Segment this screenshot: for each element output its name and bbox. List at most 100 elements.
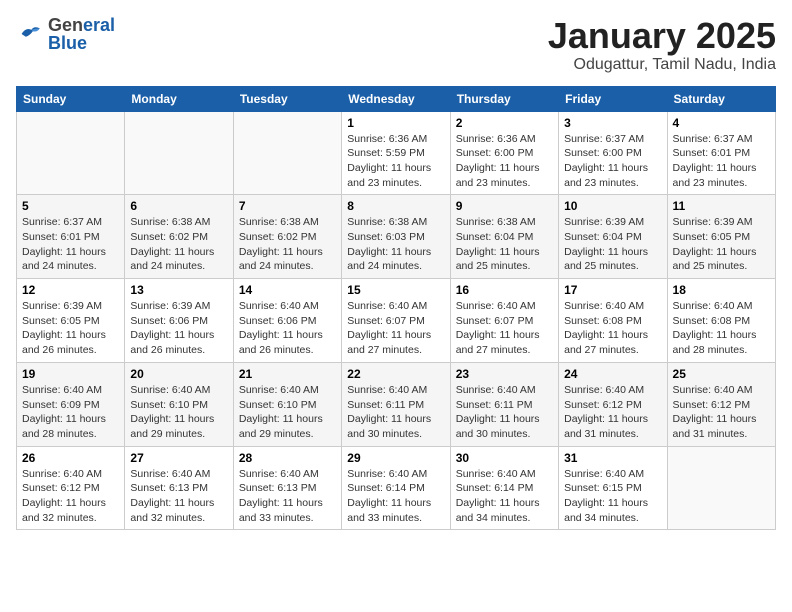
day-number: 14 bbox=[239, 283, 336, 297]
calendar-cell: 14 Sunrise: 6:40 AM Sunset: 6:06 PM Dayli… bbox=[233, 279, 341, 363]
title-area: January 2025 Odugattur, Tamil Nadu, Indi… bbox=[548, 16, 776, 74]
calendar-cell: 4 Sunrise: 6:37 AM Sunset: 6:01 PM Daylig… bbox=[667, 111, 775, 195]
day-info: Sunrise: 6:40 AM Sunset: 6:14 PM Dayligh… bbox=[347, 467, 444, 526]
day-info: Sunrise: 6:40 AM Sunset: 6:11 PM Dayligh… bbox=[347, 383, 444, 442]
weekday-wednesday: Wednesday bbox=[342, 86, 450, 111]
day-number: 11 bbox=[673, 199, 770, 213]
calendar-cell: 13 Sunrise: 6:39 AM Sunset: 6:06 PM Dayli… bbox=[125, 279, 233, 363]
calendar-cell: 8 Sunrise: 6:38 AM Sunset: 6:03 PM Daylig… bbox=[342, 195, 450, 279]
day-number: 12 bbox=[22, 283, 119, 297]
calendar-cell: 25Sunrise: 6:40 AM Sunset: 6:12 PM Dayli… bbox=[667, 362, 775, 446]
month-title: January 2025 bbox=[548, 16, 776, 56]
calendar-cell: 21 Sunrise: 6:40 AM Sunset: 6:10 PM Dayli… bbox=[233, 362, 341, 446]
weekday-tuesday: Tuesday bbox=[233, 86, 341, 111]
day-info: Sunrise: 6:37 AM Sunset: 6:00 PM Dayligh… bbox=[564, 132, 661, 191]
calendar-cell: 10Sunrise: 6:39 AM Sunset: 6:04 PM Dayli… bbox=[559, 195, 667, 279]
weekday-saturday: Saturday bbox=[667, 86, 775, 111]
calendar-cell: 22 Sunrise: 6:40 AM Sunset: 6:11 PM Dayli… bbox=[342, 362, 450, 446]
logo: General Blue bbox=[16, 16, 115, 52]
calendar-table: SundayMondayTuesdayWednesdayThursdayFrid… bbox=[16, 86, 776, 531]
calendar-cell: 2 Sunrise: 6:36 AM Sunset: 6:00 PM Daylig… bbox=[450, 111, 558, 195]
day-number: 6 bbox=[130, 199, 227, 213]
day-number: 27 bbox=[130, 451, 227, 465]
day-number: 9 bbox=[456, 199, 553, 213]
day-info: Sunrise: 6:39 AM Sunset: 6:06 PM Dayligh… bbox=[130, 299, 227, 358]
page-header: General Blue January 2025 Odugattur, Tam… bbox=[16, 16, 776, 74]
logo-line2: Blue bbox=[48, 34, 115, 52]
calendar-cell: 16 Sunrise: 6:40 AM Sunset: 6:07 PM Dayli… bbox=[450, 279, 558, 363]
day-number: 24 bbox=[564, 367, 661, 381]
weekday-sunday: Sunday bbox=[17, 86, 125, 111]
calendar-cell: 29 Sunrise: 6:40 AM Sunset: 6:14 PM Dayli… bbox=[342, 446, 450, 530]
calendar-cell: 27Sunrise: 6:40 AM Sunset: 6:13 PM Dayli… bbox=[125, 446, 233, 530]
day-number: 5 bbox=[22, 199, 119, 213]
calendar-cell: 15 Sunrise: 6:40 AM Sunset: 6:07 PM Dayli… bbox=[342, 279, 450, 363]
day-number: 13 bbox=[130, 283, 227, 297]
weekday-header-row: SundayMondayTuesdayWednesdayThursdayFrid… bbox=[17, 86, 776, 111]
calendar-cell: 31Sunrise: 6:40 AM Sunset: 6:15 PM Dayli… bbox=[559, 446, 667, 530]
day-info: Sunrise: 6:36 AM Sunset: 5:59 PM Dayligh… bbox=[347, 132, 444, 191]
day-number: 1 bbox=[347, 116, 444, 130]
calendar-cell: 19 Sunrise: 6:40 AM Sunset: 6:09 PM Dayli… bbox=[17, 362, 125, 446]
calendar-cell: 5 Sunrise: 6:37 AM Sunset: 6:01 PM Daylig… bbox=[17, 195, 125, 279]
day-number: 18 bbox=[673, 283, 770, 297]
day-info: Sunrise: 6:40 AM Sunset: 6:09 PM Dayligh… bbox=[22, 383, 119, 442]
day-number: 19 bbox=[22, 367, 119, 381]
calendar-cell: 7Sunrise: 6:38 AM Sunset: 6:02 PM Daylig… bbox=[233, 195, 341, 279]
day-info: Sunrise: 6:36 AM Sunset: 6:00 PM Dayligh… bbox=[456, 132, 553, 191]
day-info: Sunrise: 6:40 AM Sunset: 6:07 PM Dayligh… bbox=[456, 299, 553, 358]
calendar-cell bbox=[125, 111, 233, 195]
weekday-friday: Friday bbox=[559, 86, 667, 111]
calendar-cell bbox=[667, 446, 775, 530]
day-number: 22 bbox=[347, 367, 444, 381]
day-number: 17 bbox=[564, 283, 661, 297]
day-info: Sunrise: 6:40 AM Sunset: 6:12 PM Dayligh… bbox=[564, 383, 661, 442]
calendar-cell: 26Sunrise: 6:40 AM Sunset: 6:12 PM Dayli… bbox=[17, 446, 125, 530]
day-info: Sunrise: 6:40 AM Sunset: 6:11 PM Dayligh… bbox=[456, 383, 553, 442]
calendar-cell: 28Sunrise: 6:40 AM Sunset: 6:13 PM Dayli… bbox=[233, 446, 341, 530]
day-number: 20 bbox=[130, 367, 227, 381]
calendar-cell: 1 Sunrise: 6:36 AM Sunset: 5:59 PM Daylig… bbox=[342, 111, 450, 195]
calendar-cell: 23 Sunrise: 6:40 AM Sunset: 6:11 PM Dayli… bbox=[450, 362, 558, 446]
day-number: 16 bbox=[456, 283, 553, 297]
weekday-monday: Monday bbox=[125, 86, 233, 111]
day-info: Sunrise: 6:39 AM Sunset: 6:04 PM Dayligh… bbox=[564, 215, 661, 274]
calendar-cell: 20 Sunrise: 6:40 AM Sunset: 6:10 PM Dayli… bbox=[125, 362, 233, 446]
day-info: Sunrise: 6:39 AM Sunset: 6:05 PM Dayligh… bbox=[673, 215, 770, 274]
day-number: 30 bbox=[456, 451, 553, 465]
week-row-5: 26Sunrise: 6:40 AM Sunset: 6:12 PM Dayli… bbox=[17, 446, 776, 530]
calendar-cell bbox=[233, 111, 341, 195]
day-number: 29 bbox=[347, 451, 444, 465]
day-number: 8 bbox=[347, 199, 444, 213]
calendar-cell: 18 Sunrise: 6:40 AM Sunset: 6:08 PM Dayli… bbox=[667, 279, 775, 363]
day-info: Sunrise: 6:38 AM Sunset: 6:04 PM Dayligh… bbox=[456, 215, 553, 274]
day-info: Sunrise: 6:40 AM Sunset: 6:08 PM Dayligh… bbox=[673, 299, 770, 358]
day-info: Sunrise: 6:40 AM Sunset: 6:10 PM Dayligh… bbox=[239, 383, 336, 442]
day-info: Sunrise: 6:38 AM Sunset: 6:03 PM Dayligh… bbox=[347, 215, 444, 274]
week-row-1: 1 Sunrise: 6:36 AM Sunset: 5:59 PM Daylig… bbox=[17, 111, 776, 195]
day-info: Sunrise: 6:38 AM Sunset: 6:02 PM Dayligh… bbox=[239, 215, 336, 274]
day-info: Sunrise: 6:40 AM Sunset: 6:14 PM Dayligh… bbox=[456, 467, 553, 526]
calendar-cell: 11 Sunrise: 6:39 AM Sunset: 6:05 PM Dayli… bbox=[667, 195, 775, 279]
day-info: Sunrise: 6:40 AM Sunset: 6:10 PM Dayligh… bbox=[130, 383, 227, 442]
calendar-cell: 17 Sunrise: 6:40 AM Sunset: 6:08 PM Dayli… bbox=[559, 279, 667, 363]
day-info: Sunrise: 6:40 AM Sunset: 6:12 PM Dayligh… bbox=[673, 383, 770, 442]
day-info: Sunrise: 6:37 AM Sunset: 6:01 PM Dayligh… bbox=[22, 215, 119, 274]
day-info: Sunrise: 6:38 AM Sunset: 6:02 PM Dayligh… bbox=[130, 215, 227, 274]
day-info: Sunrise: 6:37 AM Sunset: 6:01 PM Dayligh… bbox=[673, 132, 770, 191]
day-number: 21 bbox=[239, 367, 336, 381]
day-number: 4 bbox=[673, 116, 770, 130]
day-number: 23 bbox=[456, 367, 553, 381]
calendar-cell: 3Sunrise: 6:37 AM Sunset: 6:00 PM Daylig… bbox=[559, 111, 667, 195]
day-number: 15 bbox=[347, 283, 444, 297]
day-info: Sunrise: 6:40 AM Sunset: 6:07 PM Dayligh… bbox=[347, 299, 444, 358]
calendar-cell: 6 Sunrise: 6:38 AM Sunset: 6:02 PM Daylig… bbox=[125, 195, 233, 279]
day-number: 31 bbox=[564, 451, 661, 465]
weekday-thursday: Thursday bbox=[450, 86, 558, 111]
logo-text: General Blue bbox=[48, 16, 115, 52]
day-info: Sunrise: 6:40 AM Sunset: 6:06 PM Dayligh… bbox=[239, 299, 336, 358]
day-number: 2 bbox=[456, 116, 553, 130]
day-info: Sunrise: 6:40 AM Sunset: 6:08 PM Dayligh… bbox=[564, 299, 661, 358]
calendar-cell: 9 Sunrise: 6:38 AM Sunset: 6:04 PM Daylig… bbox=[450, 195, 558, 279]
week-row-4: 19 Sunrise: 6:40 AM Sunset: 6:09 PM Dayli… bbox=[17, 362, 776, 446]
